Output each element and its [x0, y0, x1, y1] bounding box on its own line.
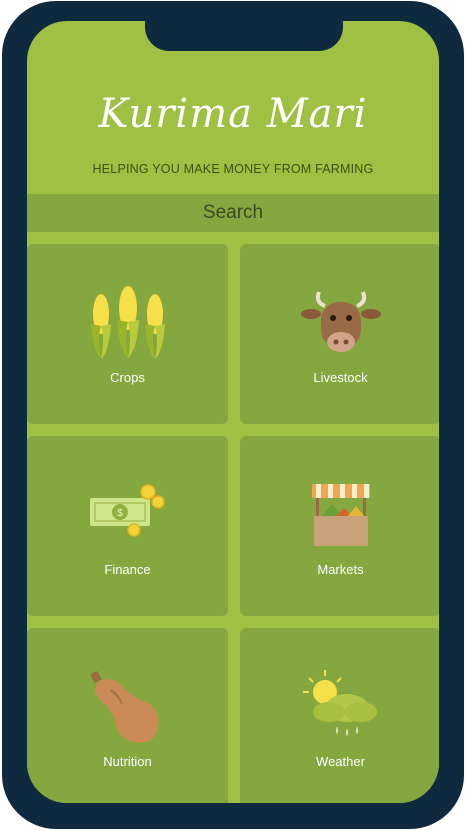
- category-label: Weather: [316, 754, 365, 769]
- weather-icon: [299, 668, 383, 749]
- app-screen: Kurima Mari HELPING YOU MAKE MONEY FROM …: [27, 21, 439, 803]
- market-stall-icon: [306, 476, 376, 557]
- category-livestock[interactable]: Livestock: [240, 244, 439, 424]
- category-weather[interactable]: Weather: [240, 628, 439, 803]
- squash-icon: [88, 668, 168, 753]
- corn-icon: [83, 284, 173, 369]
- app-tagline: HELPING YOU MAKE MONEY FROM FARMING: [92, 162, 374, 176]
- category-label: Nutrition: [103, 754, 152, 769]
- phone-notch: [145, 21, 343, 51]
- money-icon: $: [86, 476, 170, 551]
- cow-icon: [300, 284, 381, 369]
- category-finance[interactable]: $ Finance: [27, 436, 228, 616]
- svg-text:$: $: [117, 508, 123, 519]
- app-title: Kurima Mari: [98, 91, 368, 137]
- category-nutrition[interactable]: Nutrition: [27, 628, 228, 803]
- search-label: Search: [202, 202, 264, 223]
- category-label: Crops: [110, 370, 145, 385]
- search-bar[interactable]: Search: [27, 194, 439, 232]
- category-label: Finance: [104, 562, 151, 577]
- category-label: Markets: [317, 562, 364, 577]
- category-label: Livestock: [313, 370, 368, 385]
- category-crops[interactable]: Crops: [27, 244, 228, 424]
- category-markets[interactable]: Markets: [240, 436, 439, 616]
- phone-frame: Kurima Mari HELPING YOU MAKE MONEY FROM …: [2, 1, 464, 829]
